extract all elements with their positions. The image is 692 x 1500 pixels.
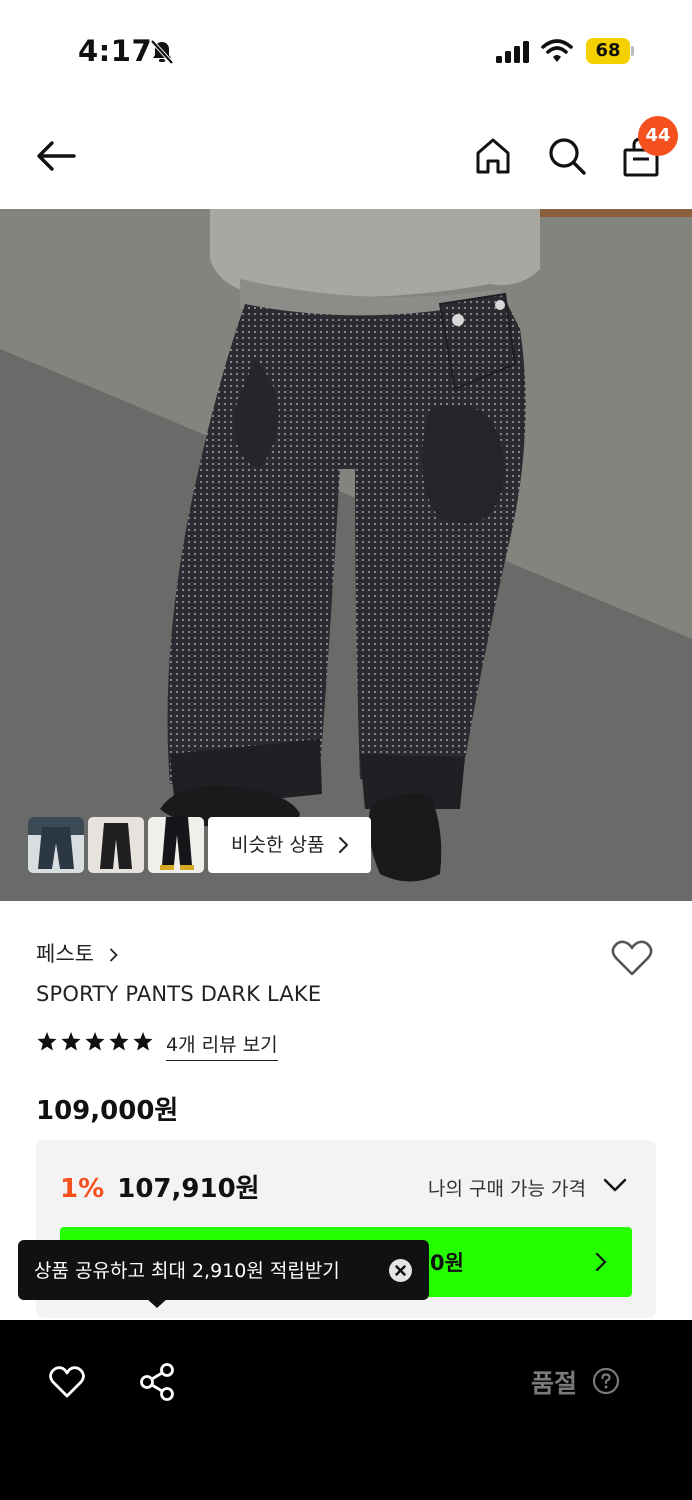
cart-count-badge: 44 <box>638 116 678 156</box>
coupon-text: 0원 <box>430 1251 464 1275</box>
original-price: 109,000원 <box>36 1096 179 1126</box>
product-photo[interactable] <box>0 209 692 901</box>
tooltip-text: 상품 공유하고 최대 2,910원 적립받기 <box>34 1260 340 1282</box>
share-reward-tooltip: 상품 공유하고 최대 2,910원 적립받기 <box>18 1240 429 1308</box>
battery-level: 68 <box>586 38 630 64</box>
thumbnail-2-image <box>88 817 144 873</box>
home-icon[interactable] <box>474 136 512 176</box>
brand-link[interactable]: 페스토 <box>36 938 118 968</box>
my-price-toggle[interactable]: 나의 구매 가능 가격 <box>428 1174 586 1201</box>
share-icon[interactable] <box>138 1362 176 1402</box>
tooltip-tail <box>146 1298 168 1308</box>
similar-products-button[interactable]: 비슷한 상품 <box>208 817 371 873</box>
thumbnail-1[interactable] <box>28 817 84 873</box>
chevron-right-icon <box>595 1252 607 1272</box>
bottom-action-bar: 품절 <box>0 1320 692 1500</box>
search-icon[interactable] <box>548 136 586 176</box>
status-time: 4:17 <box>78 34 153 68</box>
similar-products-label: 비슷한 상품 <box>231 834 325 856</box>
star-rating-icon <box>37 1032 153 1051</box>
chevron-right-icon <box>109 948 118 962</box>
sold-out-label: 품절 <box>531 1369 578 1398</box>
cellular-signal-icon <box>496 41 529 63</box>
product-photo-illustration <box>0 209 692 901</box>
battery-tip <box>631 46 634 56</box>
thumbnail-3[interactable] <box>148 817 204 873</box>
question-circle-icon[interactable] <box>592 1367 620 1395</box>
wifi-icon <box>541 39 573 62</box>
chevron-down-icon[interactable] <box>602 1176 628 1194</box>
chevron-right-icon <box>339 837 348 853</box>
status-bar: 4:17 68 <box>0 0 692 100</box>
battery-indicator: 68 <box>586 38 634 64</box>
discounted-price: 107,910원 <box>117 1174 260 1204</box>
top-navigation <box>0 110 692 206</box>
heart-icon[interactable] <box>48 1364 86 1400</box>
bell-slash-icon <box>150 39 174 65</box>
back-arrow-icon[interactable] <box>34 138 78 174</box>
discount-row: 1% 107,910원 <box>60 1168 260 1204</box>
thumbnail-3-image <box>148 817 204 873</box>
thumbnail-2[interactable] <box>88 817 144 873</box>
brand-name: 페스토 <box>36 942 94 966</box>
close-icon[interactable] <box>389 1259 412 1282</box>
thumbnail-1-image <box>28 817 84 873</box>
discount-rate: 1% <box>60 1174 105 1204</box>
heart-icon[interactable] <box>610 938 654 978</box>
product-title: SPORTY PANTS DARK LAKE <box>36 982 322 1006</box>
review-link[interactable]: 4개 리뷰 보기 <box>166 1030 278 1061</box>
